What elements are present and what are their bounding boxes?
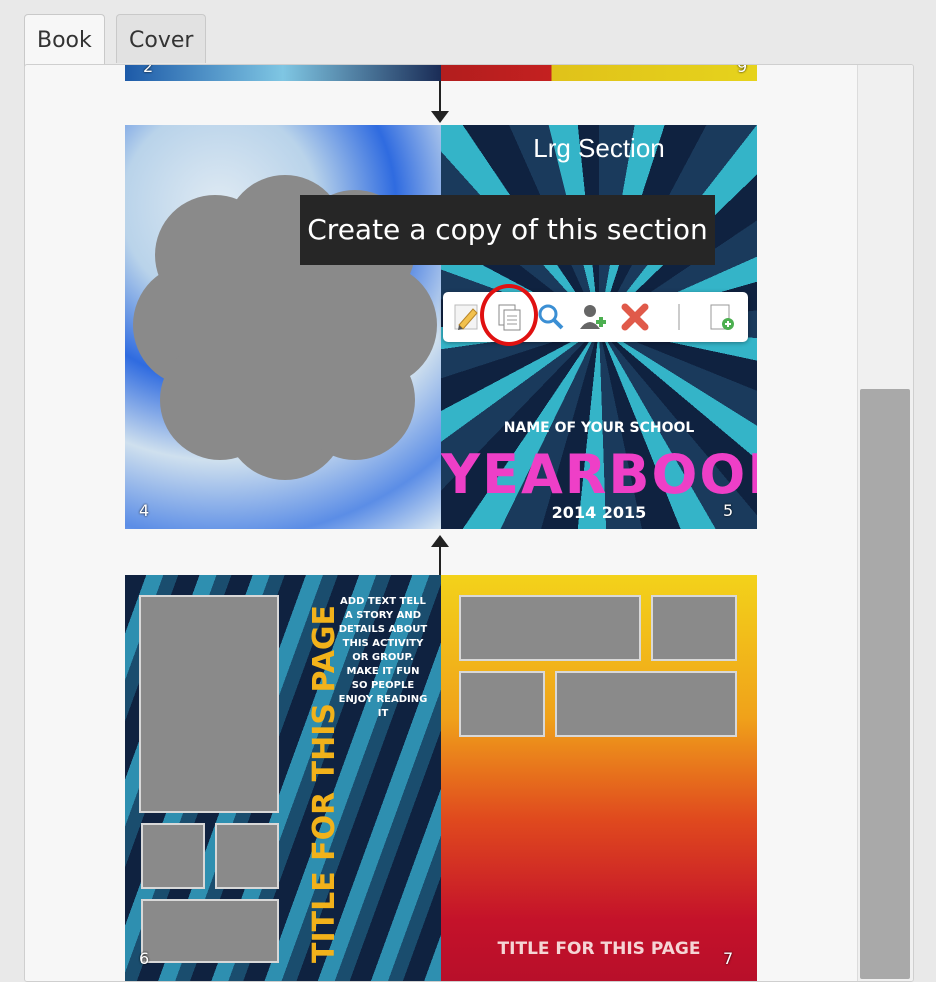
photo-placeholder bbox=[459, 595, 641, 661]
zoom-icon[interactable] bbox=[535, 301, 567, 333]
arrow-line bbox=[439, 81, 441, 111]
photo-placeholder bbox=[133, 175, 437, 480]
page-number: 9 bbox=[737, 65, 748, 76]
pencil-icon[interactable] bbox=[451, 301, 483, 333]
delete-icon[interactable] bbox=[619, 301, 651, 333]
tooltip: Create a copy of this section bbox=[300, 195, 715, 265]
photo-placeholder bbox=[141, 823, 205, 889]
page-number: 6 bbox=[139, 949, 150, 968]
spread-bottom-left-page[interactable]: TITLE FOR THIS PAGE ADD TEXT TELL A STOR… bbox=[125, 575, 441, 981]
school-name: NAME OF YOUR SCHOOL bbox=[503, 420, 695, 436]
yearbook-years: 2014 2015 bbox=[551, 503, 647, 522]
spread-middle-left-page[interactable]: 4 bbox=[125, 125, 441, 529]
photo-placeholder bbox=[555, 671, 737, 737]
spread-top-right-page[interactable]: 9 bbox=[441, 65, 757, 81]
photo-placeholder bbox=[139, 595, 279, 813]
page-number: 7 bbox=[723, 949, 734, 968]
photo-placeholder bbox=[651, 595, 737, 661]
page-number: 5 bbox=[723, 501, 734, 520]
add-page-icon[interactable] bbox=[705, 301, 737, 333]
page-number: 2 bbox=[143, 65, 154, 76]
arrow-down-icon bbox=[431, 111, 449, 123]
arrow-line bbox=[439, 547, 441, 575]
photo-placeholder bbox=[215, 823, 279, 889]
spread-bottom-right-page[interactable]: TITLE FOR THIS PAGE 7 bbox=[441, 575, 757, 981]
page-number: 4 bbox=[139, 501, 150, 520]
tab-book[interactable]: Book bbox=[24, 14, 105, 67]
add-user-icon[interactable] bbox=[577, 301, 609, 333]
vertical-scrollbar[interactable] bbox=[857, 65, 913, 981]
photo-placeholder bbox=[141, 899, 279, 963]
tab-cover[interactable]: Cover bbox=[116, 14, 207, 63]
page-title: TITLE FOR THIS PAGE bbox=[497, 939, 701, 959]
toolbar-separator bbox=[678, 304, 680, 330]
arrow-up-icon bbox=[431, 535, 449, 547]
page-body-text: ADD TEXT TELL A STORY AND DETAILS ABOUT … bbox=[338, 596, 428, 719]
spread-top-left-page[interactable]: 2 bbox=[125, 65, 441, 81]
yearbook-title: YEARBOOK bbox=[441, 443, 757, 506]
section-title: Lrg Section bbox=[533, 133, 665, 163]
photo-placeholder bbox=[459, 671, 545, 737]
highlight-circle bbox=[480, 284, 538, 346]
scrollbar-thumb[interactable] bbox=[860, 389, 910, 979]
